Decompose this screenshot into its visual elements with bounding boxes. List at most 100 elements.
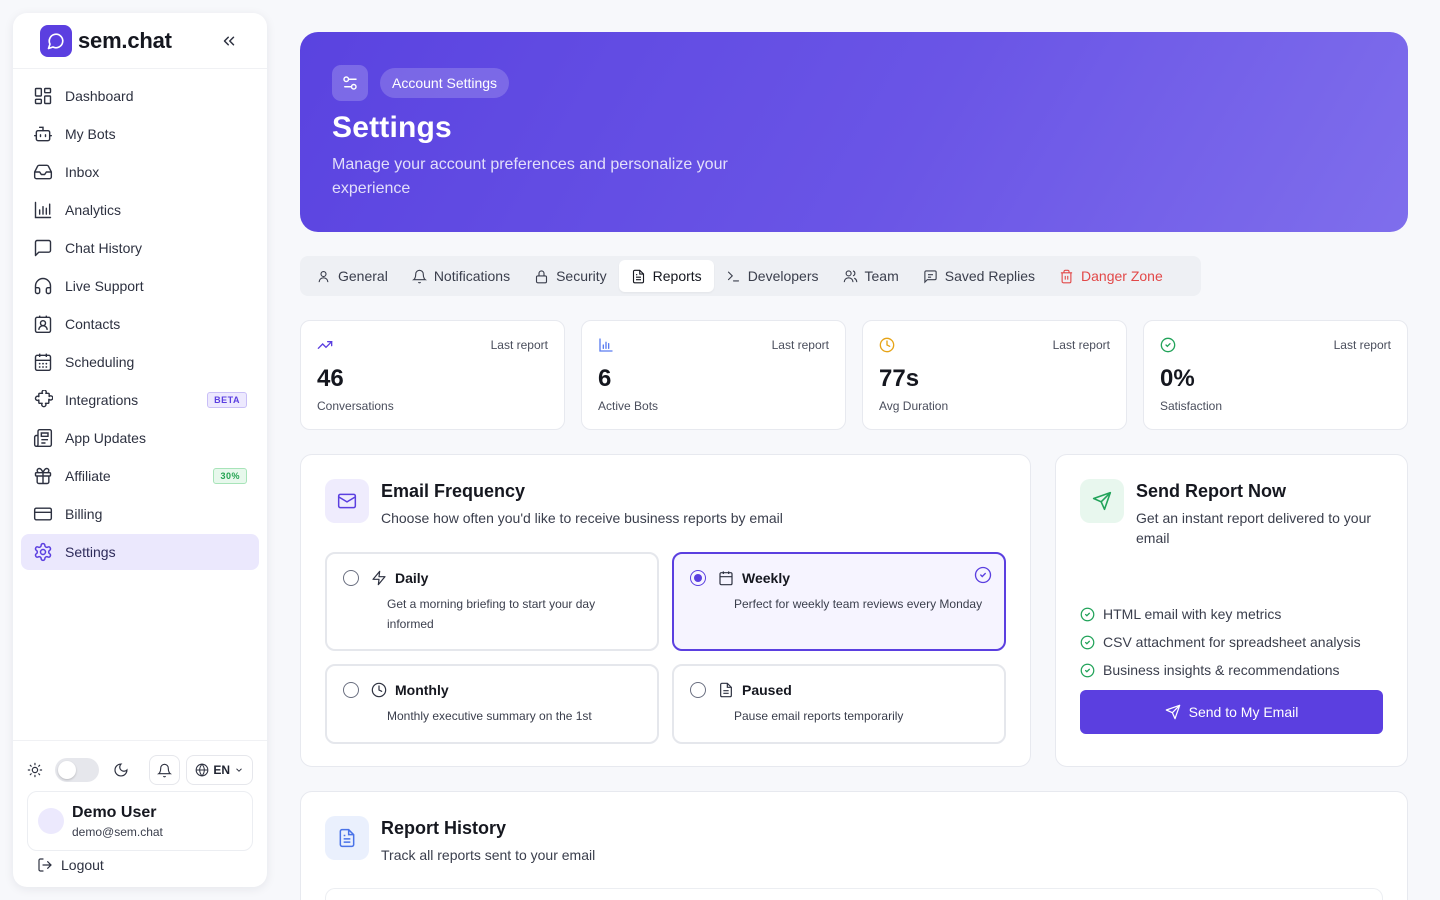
send-to-email-button[interactable]: Send to My Email	[1080, 690, 1383, 734]
logout-button[interactable]: Logout	[27, 857, 253, 873]
frequency-option-weekly[interactable]: Weekly Perfect for weekly team reviews e…	[672, 552, 1006, 651]
trending-up-icon	[317, 341, 333, 349]
tab-developers[interactable]: Developers	[714, 260, 831, 292]
sidebar-item-label: Inbox	[65, 164, 100, 180]
stat-meta: Last report	[1052, 338, 1110, 352]
sidebar-item-label: Analytics	[65, 202, 122, 218]
option-desc: Perfect for weekly team reviews every Mo…	[734, 597, 983, 611]
sidebar-item-billing[interactable]: Billing	[21, 496, 259, 532]
tab-danger-zone[interactable]: Danger Zone	[1047, 260, 1175, 292]
option-desc: Monthly executive summary on the 1st	[387, 709, 592, 723]
panel-subtitle: Choose how often you'd like to receive b…	[381, 510, 783, 526]
gear-icon	[34, 542, 52, 562]
logo-icon[interactable]	[40, 24, 72, 57]
moon-icon	[114, 763, 128, 777]
option-desc: Pause email reports temporarily	[734, 709, 904, 723]
sidebar-item-scheduling[interactable]: Scheduling	[21, 344, 259, 380]
tab-saved-replies[interactable]: Saved Replies	[911, 260, 1047, 292]
frequency-option-daily[interactable]: Daily Get a morning briefing to start yo…	[325, 552, 659, 651]
sidebar-item-my-bots[interactable]: My Bots	[21, 116, 259, 152]
send-report-panel: Send Report Now Get an instant report de…	[1055, 454, 1408, 767]
tab-notifications[interactable]: Notifications	[400, 260, 522, 292]
puzzle-icon	[34, 390, 53, 408]
bell-icon	[156, 763, 172, 777]
sidebar-item-settings[interactable]: Settings	[21, 534, 259, 570]
check-circle-icon	[1160, 337, 1176, 353]
stat-value: 77s	[879, 365, 920, 392]
feature-text: HTML email with key metrics	[1103, 606, 1282, 622]
stat-label: Satisfaction	[1160, 399, 1223, 413]
tab-label: Reports	[652, 268, 702, 284]
panel-title: Send Report Now	[1136, 481, 1287, 501]
frequency-options: Daily Get a morning briefing to start yo…	[325, 552, 1006, 744]
sidebar-item-dashboard[interactable]: Dashboard	[21, 78, 259, 114]
sidebar-item-chat-history[interactable]: Chat History	[21, 230, 259, 266]
tab-team[interactable]: Team	[831, 260, 911, 292]
tab-label: Team	[864, 268, 899, 284]
sidebar-item-analytics[interactable]: Analytics	[21, 192, 259, 228]
send-button-label: Send to My Email	[1188, 704, 1299, 720]
sidebar-item-label: Scheduling	[65, 354, 135, 370]
chevron-down-icon	[236, 768, 242, 772]
stat-value: 0%	[1160, 365, 1195, 392]
trash-icon	[1060, 269, 1073, 283]
sidebar-item-live-support[interactable]: Live Support	[21, 268, 259, 304]
bell-icon	[411, 269, 427, 283]
stat-label: Avg Duration	[879, 399, 949, 413]
calendar-icon	[34, 353, 52, 372]
feature-item: CSV attachment for spreadsheet analysis	[1080, 634, 1383, 650]
stat-value: 6	[598, 365, 612, 392]
report-history-panel: Report History Track all reports sent to…	[300, 791, 1408, 900]
send-icon	[1165, 704, 1180, 720]
option-name: Monthly	[395, 682, 449, 698]
radio-monthly[interactable]	[343, 682, 359, 698]
sidebar-item-label: Live Support	[65, 278, 144, 294]
frequency-option-monthly[interactable]: Monthly Monthly executive summary on the…	[325, 664, 659, 744]
sidebar-item-label: My Bots	[65, 126, 116, 142]
sidebar-item-inbox[interactable]: Inbox	[21, 154, 259, 190]
option-desc: Get a morning briefing to start your day…	[387, 597, 596, 631]
file-icon	[632, 269, 644, 283]
tab-general[interactable]: General	[304, 260, 400, 292]
panel-title: Email Frequency	[381, 481, 526, 501]
radio-paused[interactable]	[690, 682, 706, 698]
sidebar-item-label: Contacts	[65, 316, 121, 332]
notifications-button[interactable]	[148, 755, 181, 785]
stat-meta: Last report	[1333, 338, 1391, 352]
report-features: HTML email with key metrics CSV attachme…	[1080, 606, 1383, 678]
option-name: Paused	[742, 682, 792, 698]
clock-icon	[371, 682, 387, 698]
settings-tabs: General Notifications Security Reports D…	[300, 256, 1201, 296]
tab-label: Developers	[747, 268, 819, 284]
page-subtitle: Manage your account preferences and pers…	[332, 156, 728, 197]
collapse-sidebar-icon[interactable]	[218, 30, 240, 52]
zap-icon	[372, 570, 386, 586]
tab-security[interactable]: Security	[522, 260, 619, 292]
send-icon	[1080, 479, 1124, 523]
user-card[interactable]: Demo User demo@sem.chat	[27, 791, 253, 851]
gift-icon	[34, 467, 52, 485]
contact-icon	[34, 315, 52, 334]
sidebar-item-integrations[interactable]: Integrations BETA	[21, 382, 259, 418]
sidebar-item-app-updates[interactable]: App Updates	[21, 420, 259, 456]
feature-text: Business insights & recommendations	[1103, 662, 1340, 678]
panel-subtitle: Track all reports sent to your email	[381, 847, 596, 863]
sidebar-item-affiliate[interactable]: Affiliate 30%	[21, 458, 259, 494]
tab-reports[interactable]: Reports	[618, 260, 714, 292]
inbox-icon	[33, 164, 53, 180]
tab-label: Security	[556, 268, 607, 284]
language-select[interactable]: EN	[186, 755, 254, 785]
panel-title: Report History	[381, 818, 507, 838]
stat-label: Conversations	[317, 399, 394, 413]
sidebar-item-contacts[interactable]: Contacts	[21, 306, 259, 342]
mail-icon	[325, 479, 369, 523]
avatar	[38, 808, 64, 834]
beta-badge: BETA	[207, 392, 247, 408]
frequency-option-paused[interactable]: Paused Pause email reports temporarily	[672, 664, 1006, 744]
radio-weekly[interactable]	[690, 570, 706, 586]
tab-label: Saved Replies	[944, 268, 1036, 284]
theme-toggle[interactable]	[54, 758, 99, 782]
radio-daily[interactable]	[343, 570, 359, 586]
user-name: Demo User	[72, 803, 157, 821]
sun-icon	[27, 762, 43, 778]
